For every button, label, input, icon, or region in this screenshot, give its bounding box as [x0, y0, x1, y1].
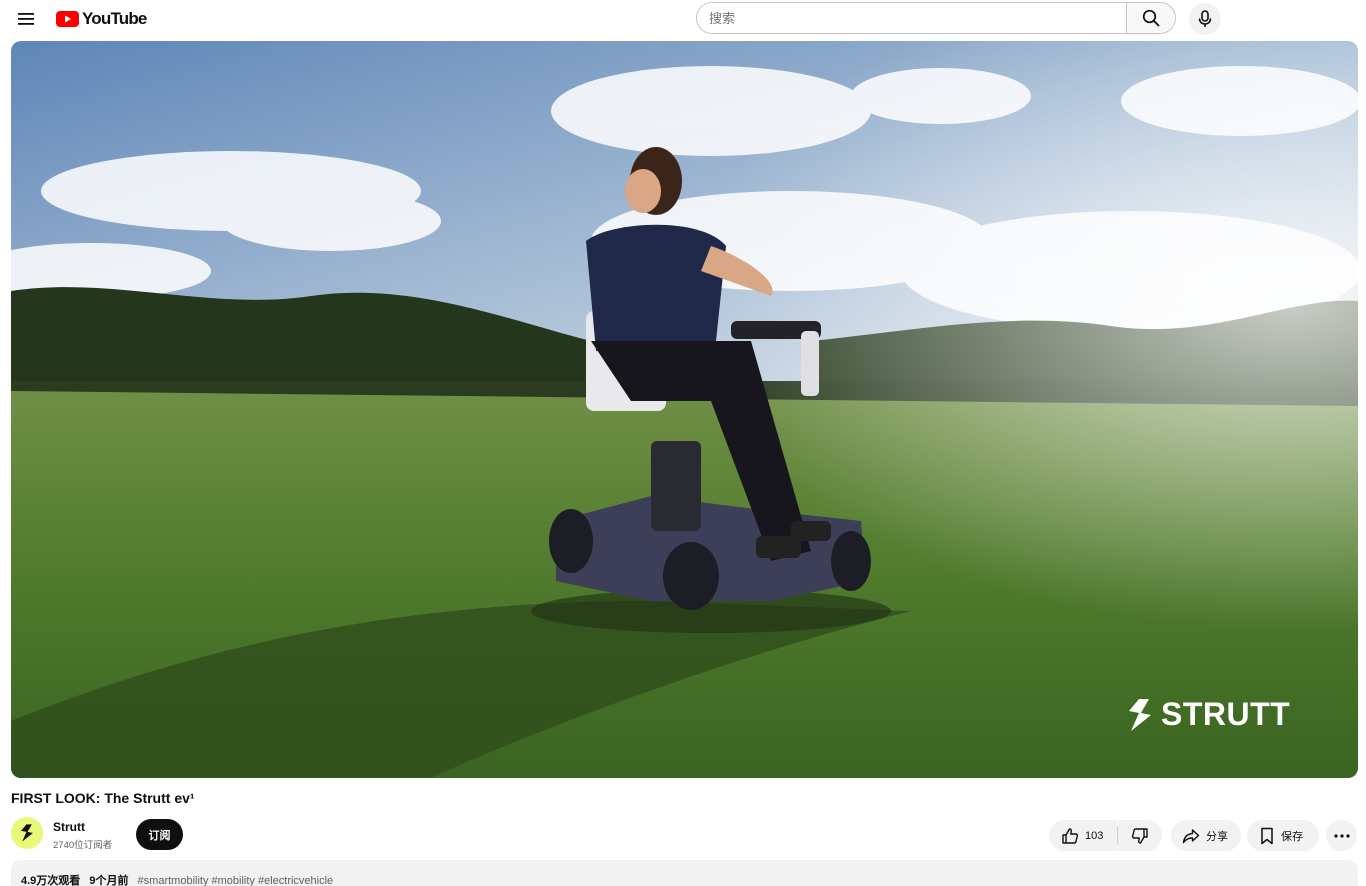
voice-search-button[interactable] — [1189, 3, 1221, 35]
search-button[interactable] — [1126, 2, 1176, 34]
hashtags[interactable]: #smartmobility #mobility #electricvehicl… — [138, 875, 334, 886]
share-button[interactable]: 分享 — [1171, 820, 1241, 851]
like-button[interactable]: 103 — [1049, 820, 1117, 851]
masthead: YouTube — [0, 0, 1366, 38]
thumbs-down-icon — [1131, 827, 1148, 844]
video-title: FIRST LOOK: The Strutt ev¹ — [11, 790, 195, 806]
subscribe-button[interactable]: 订阅 — [136, 819, 183, 850]
bookmark-icon — [1261, 827, 1273, 844]
search-box — [696, 2, 1176, 34]
more-actions-button[interactable] — [1326, 820, 1357, 851]
youtube-play-logo-icon — [56, 11, 79, 27]
channel-avatar[interactable] — [11, 817, 43, 849]
hamburger-menu-icon — [18, 13, 34, 25]
youtube-logo[interactable]: YouTube — [56, 9, 147, 29]
description-box[interactable]: 4.9万次观看 9个月前 #smartmobility #mobility #e… — [11, 860, 1358, 886]
channel-watermark: STRUTT — [1127, 696, 1290, 733]
upload-date: 9个月前 — [89, 875, 129, 886]
thumbs-up-icon — [1062, 827, 1079, 844]
video-frame — [11, 41, 1358, 778]
share-label: 分享 — [1206, 830, 1228, 843]
strutt-avatar-icon — [21, 824, 33, 842]
dislike-button[interactable] — [1118, 820, 1162, 851]
channel-name[interactable]: Strutt — [53, 820, 85, 834]
more-horizontal-icon — [1333, 833, 1350, 838]
guide-menu-button[interactable] — [12, 5, 40, 33]
search-input[interactable] — [696, 2, 1126, 34]
search-icon — [1142, 9, 1160, 27]
view-count: 4.9万次观看 — [21, 875, 81, 886]
like-count: 103 — [1085, 829, 1104, 842]
save-button[interactable]: 保存 — [1247, 820, 1319, 851]
strutt-logo-icon — [1129, 698, 1151, 731]
video-player[interactable]: STRUTT — [11, 41, 1358, 778]
subscriber-count: 2740位订阅者 — [53, 840, 113, 851]
save-label: 保存 — [1281, 830, 1303, 843]
logo-text: YouTube — [82, 9, 147, 28]
watermark-text: STRUTT — [1161, 696, 1291, 732]
share-icon — [1182, 828, 1200, 843]
microphone-icon — [1198, 10, 1212, 27]
